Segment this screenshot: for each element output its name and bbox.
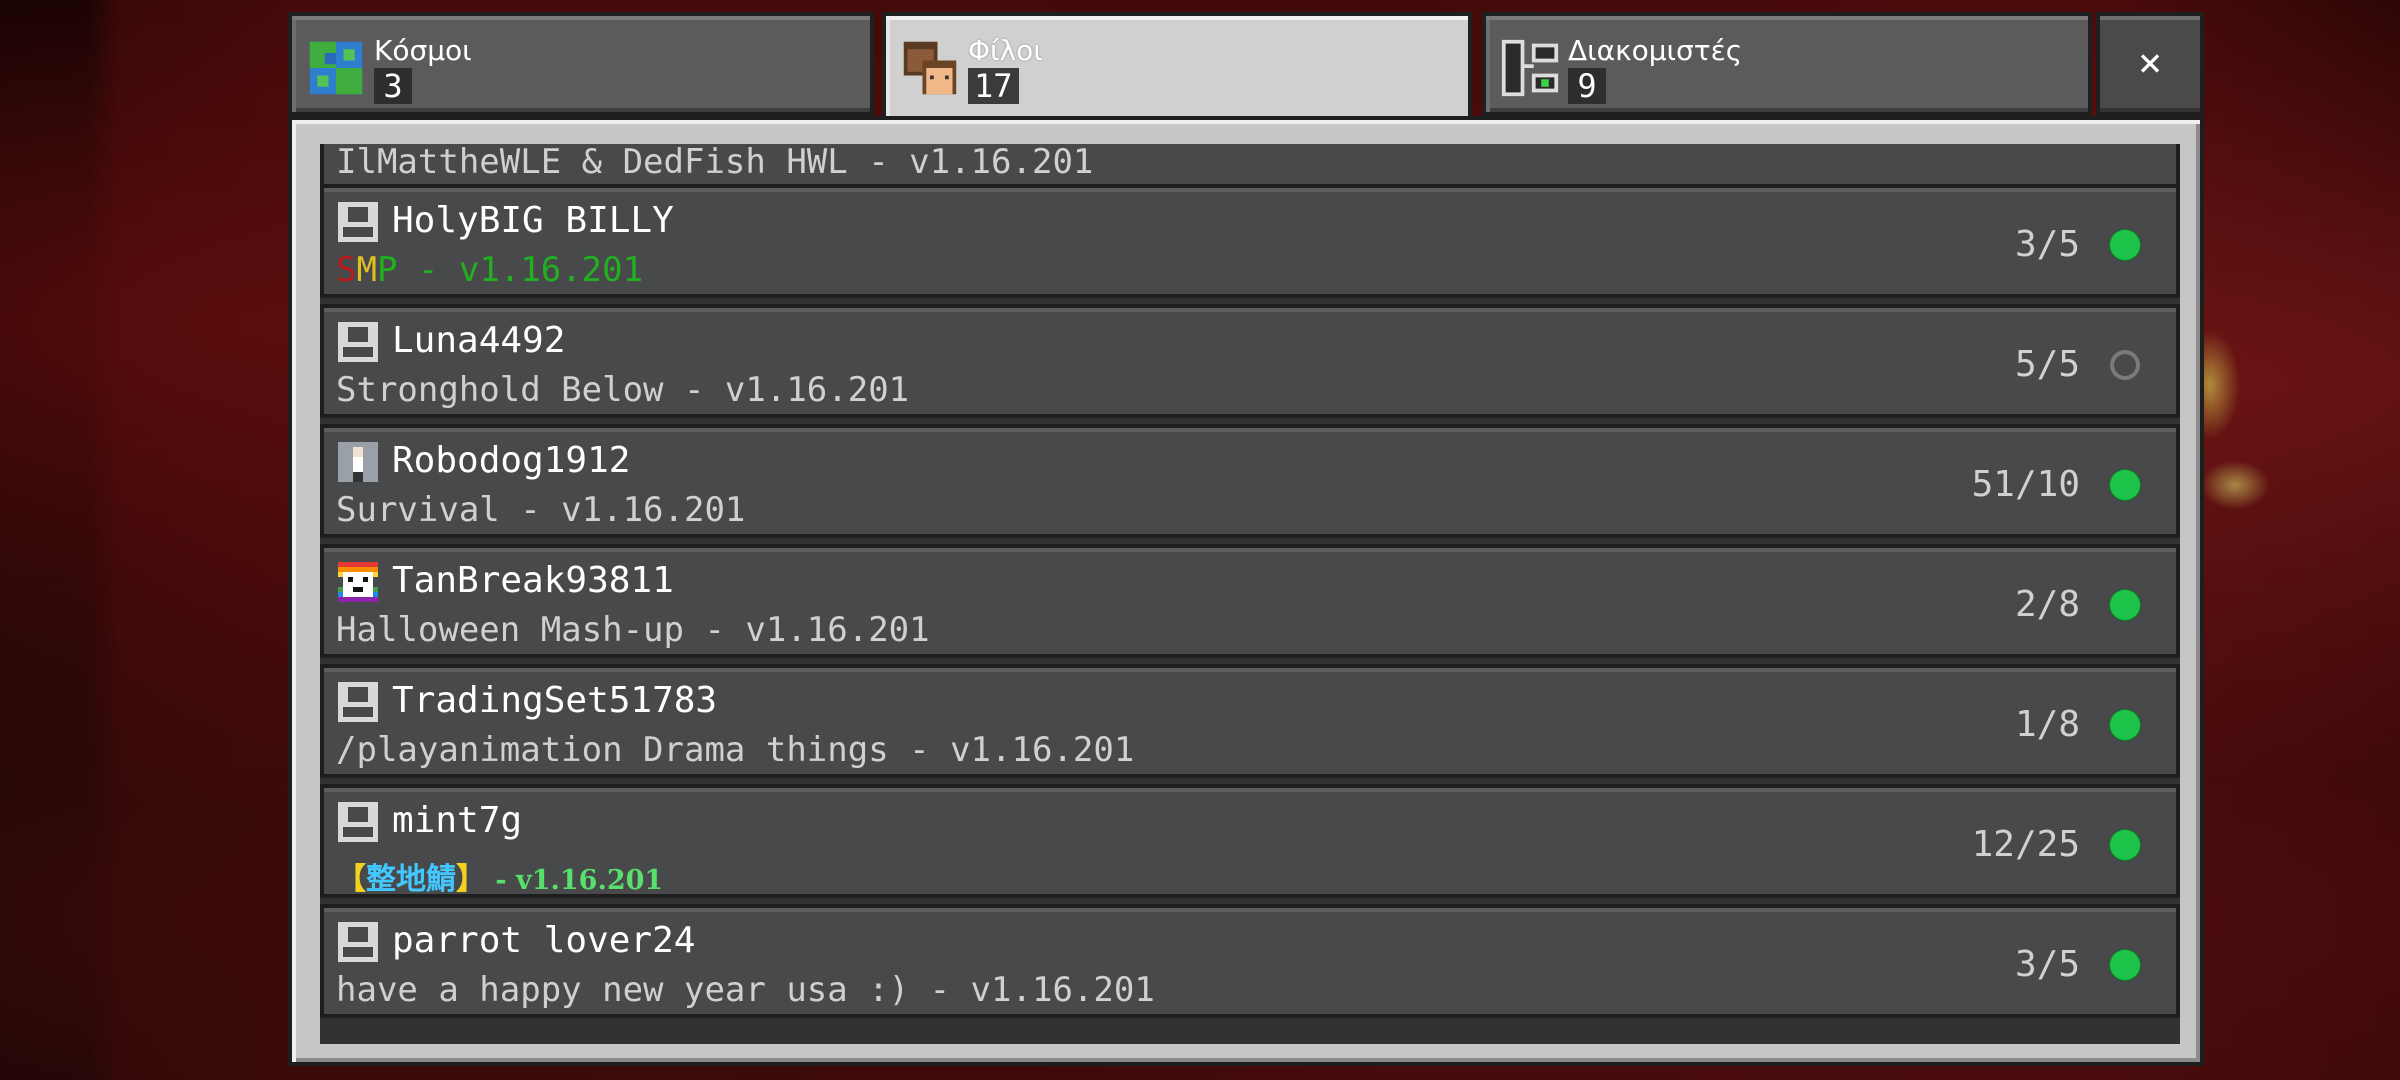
status-online-icon — [2110, 950, 2140, 980]
desc-part: 【 — [336, 862, 366, 897]
host-name: HolyBIG BILLY — [392, 200, 674, 241]
default-world-icon — [338, 922, 378, 962]
servers-icon — [1501, 39, 1559, 97]
friends-world-list[interactable]: IlMattheWLE & DedFish HWL - v1.16.201 Ho… — [320, 144, 2180, 1044]
host-name: mint7g — [392, 800, 523, 841]
host-name: Robodog1912 — [392, 440, 631, 481]
desc-part: 整地鯖 — [366, 862, 456, 897]
status-online-icon — [2110, 470, 2140, 500]
default-world-icon — [338, 802, 378, 842]
list-item[interactable]: HolyBIG BILLY SMP - v1.16.201 3/5 — [320, 184, 2180, 298]
tab-friends-label: Φίλοι — [968, 34, 1043, 67]
list-item[interactable]: Luna4492 Stronghold Below - v1.16.201 5/… — [320, 304, 2180, 418]
tab-worlds[interactable]: Κόσμοι 3 — [288, 12, 874, 116]
player-count: 3/5 — [2014, 224, 2080, 265]
close-button[interactable]: × — [2096, 12, 2204, 116]
world-description: /playanimation Drama things - v1.16.201 — [336, 730, 1135, 770]
player-count: 51/10 — [1971, 464, 2080, 505]
tab-worlds-label: Κόσμοι — [374, 34, 472, 67]
tab-friends[interactable]: Φίλοι 17 — [882, 12, 1472, 122]
host-name: Luna4492 — [392, 320, 566, 361]
panda-avatar-icon — [338, 562, 378, 602]
default-world-icon — [338, 202, 378, 242]
tab-servers-label: Διακομιστές — [1568, 34, 1743, 67]
friends-panel: IlMattheWLE & DedFish HWL - v1.16.201 Ho… — [288, 116, 2204, 1066]
desc-part: - v1.16.201 — [486, 865, 664, 896]
status-online-icon — [2110, 230, 2140, 260]
status-online-icon — [2110, 590, 2140, 620]
list-item[interactable]: parrot lover24 have a happy new year usa… — [320, 904, 2180, 1018]
world-description: 【整地鯖】 - v1.16.201 — [336, 854, 663, 898]
player-count: 5/5 — [2014, 344, 2080, 385]
world-description: SMP - v1.16.201 — [336, 250, 643, 290]
desc-part: M — [356, 250, 377, 290]
desc-part: - v1.16.201 — [397, 250, 644, 290]
world-globe-icon — [309, 41, 363, 95]
desc-part: P — [376, 250, 398, 290]
world-description: Stronghold Below - v1.16.201 — [336, 370, 910, 410]
desc-part: 】 — [456, 862, 486, 897]
desc-part: S — [336, 250, 357, 290]
status-online-icon — [2110, 830, 2140, 860]
tab-servers-count: 9 — [1568, 68, 1606, 104]
player-count: 2/8 — [2014, 584, 2080, 625]
world-description: Survival - v1.16.201 — [336, 490, 746, 530]
friends-icon — [903, 41, 957, 95]
close-icon: × — [2137, 40, 2163, 86]
world-description: IlMattheWLE & DedFish HWL - v1.16.201 — [336, 144, 1094, 182]
host-name: TradingSet51783 — [392, 680, 718, 721]
list-item[interactable]: Robodog1912 Survival - v1.16.201 51/10 — [320, 424, 2180, 538]
list-item[interactable]: mint7g 【整地鯖】 - v1.16.201 12/25 — [320, 784, 2180, 898]
default-world-icon — [338, 682, 378, 722]
host-name: parrot lover24 — [392, 920, 696, 961]
player-count: 3/5 — [2014, 944, 2080, 985]
tab-worlds-count: 3 — [374, 68, 412, 104]
world-description: Halloween Mash-up - v1.16.201 — [336, 610, 930, 650]
status-full-icon — [2110, 350, 2140, 380]
list-item[interactable]: TradingSet51783 /playanimation Drama thi… — [320, 664, 2180, 778]
default-world-icon — [338, 322, 378, 362]
status-online-icon — [2110, 710, 2140, 740]
tab-servers[interactable]: Διακομιστές 9 — [1482, 12, 2092, 116]
list-item[interactable]: TanBreak93811 Halloween Mash-up - v1.16.… — [320, 544, 2180, 658]
tab-friends-count: 17 — [968, 68, 1019, 104]
player-count: 12/25 — [1971, 824, 2080, 865]
player-avatar-icon — [338, 442, 378, 482]
player-count: 1/8 — [2014, 704, 2080, 745]
glowstone-light — [2200, 460, 2270, 510]
host-name: TanBreak93811 — [392, 560, 674, 601]
world-description: have a happy new year usa :) - v1.16.201 — [336, 970, 1155, 1010]
